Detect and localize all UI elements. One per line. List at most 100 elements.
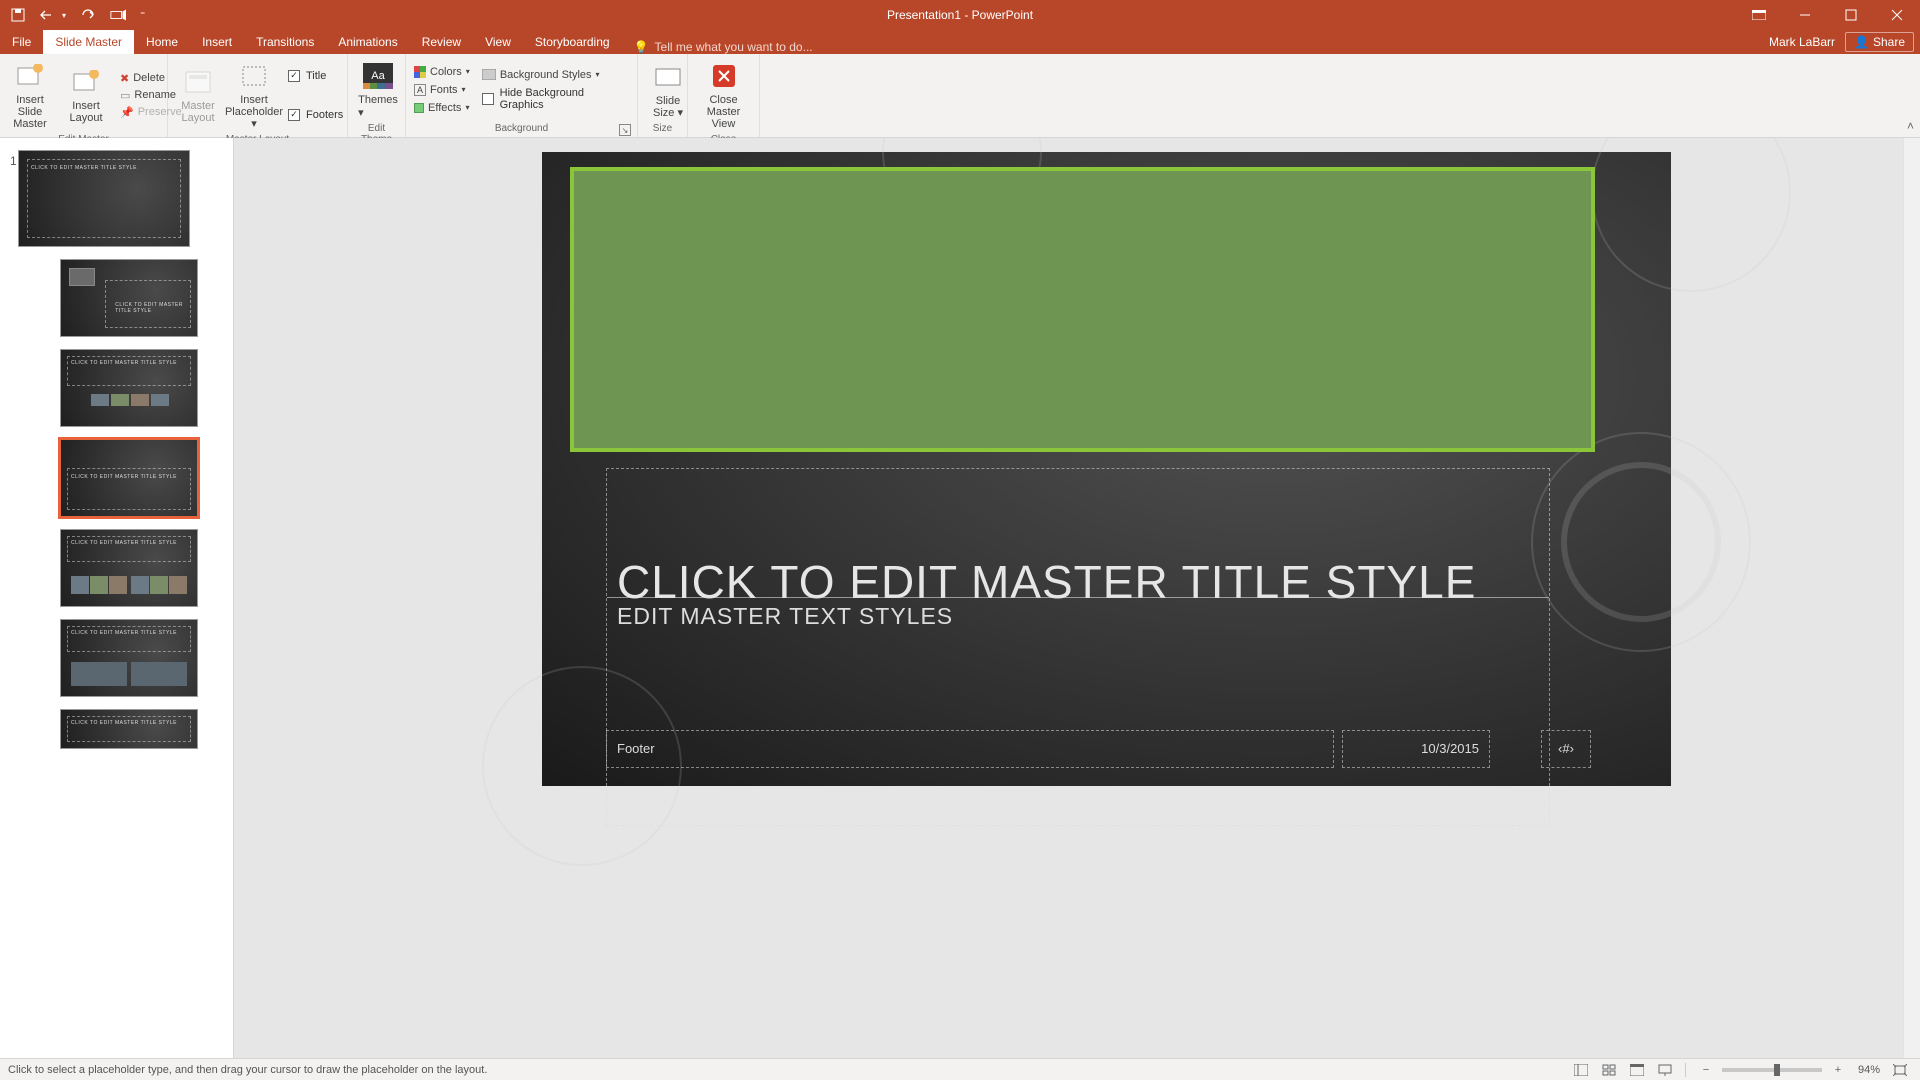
fonts-label: Fonts xyxy=(430,84,458,96)
master-thumbnail[interactable]: CLICK TO EDIT MASTER TITLE STYLE xyxy=(18,150,190,247)
background-styles-icon xyxy=(482,69,496,80)
date-placeholder[interactable]: 10/3/2015 xyxy=(1342,730,1490,768)
colors-label: Colors xyxy=(430,66,462,78)
minimize-button[interactable] xyxy=(1782,0,1828,30)
background-styles-button[interactable]: Background Styles ▾ xyxy=(478,67,633,83)
layout-thumbnail-selected[interactable]: CLICK TO EDIT MASTER TITLE STYLE xyxy=(60,439,198,517)
close-button[interactable] xyxy=(1874,0,1920,30)
hide-background-checkbox[interactable]: Hide Background Graphics xyxy=(478,85,633,113)
themes-icon: Aa xyxy=(362,60,394,92)
slide-size-button[interactable]: Slide Size ▾ xyxy=(642,56,694,123)
footer-label: Footer xyxy=(617,741,655,756)
title-checkbox[interactable]: ✓Title xyxy=(284,68,347,84)
checkbox-icon: ✓ xyxy=(288,70,300,82)
vertical-scrollbar[interactable] xyxy=(1903,138,1920,1058)
slide-sorter-view-icon[interactable] xyxy=(1597,1061,1621,1079)
tab-file[interactable]: File xyxy=(0,30,43,54)
slide-number-label: ‹#› xyxy=(1558,741,1574,756)
close-master-view-button[interactable]: Close Master View xyxy=(692,56,755,134)
zoom-in-button[interactable]: + xyxy=(1826,1061,1850,1079)
master-layout-icon xyxy=(182,66,214,98)
redo-icon[interactable] xyxy=(80,7,96,23)
user-name[interactable]: Mark LaBarr xyxy=(1769,35,1835,49)
tab-review[interactable]: Review xyxy=(410,30,473,54)
tab-view[interactable]: View xyxy=(473,30,523,54)
background-styles-label: Background Styles xyxy=(500,69,592,81)
layout-thumbnail[interactable]: CLICK TO EDIT MASTER TITLE STYLE xyxy=(60,619,198,697)
lightbulb-icon: 💡 xyxy=(634,40,649,54)
collapse-ribbon-icon[interactable]: ˄ xyxy=(1907,119,1914,133)
rename-icon: ▭ xyxy=(120,89,130,102)
ribbon: Insert Slide Master Insert Layout ✖Delet… xyxy=(0,54,1920,138)
picture-placeholder[interactable] xyxy=(570,167,1595,452)
workspace: 1 CLICK TO EDIT MASTER TITLE STYLE CLICK… xyxy=(0,138,1920,1058)
slide-size-icon xyxy=(652,61,684,93)
status-bar: Click to select a placeholder type, and … xyxy=(0,1058,1920,1080)
fonts-button[interactable]: AFonts▾ xyxy=(410,82,474,98)
checkbox-icon: ✓ xyxy=(288,109,300,121)
layout-thumbnail[interactable]: CLICK TO EDIT MASTER TITLE STYLE xyxy=(60,349,198,427)
title-placeholder[interactable]: CLICK TO EDIT MASTER TITLE STYLE EDIT MA… xyxy=(606,468,1550,826)
effects-button[interactable]: Effects▾ xyxy=(410,100,474,116)
tab-storyboarding[interactable]: Storyboarding xyxy=(523,30,622,54)
zoom-out-button[interactable]: − xyxy=(1694,1061,1718,1079)
insert-slide-master-icon xyxy=(14,60,46,92)
chevron-down-icon: ▾ xyxy=(462,85,466,94)
insert-layout-label: Insert Layout xyxy=(69,100,102,124)
share-label: Share xyxy=(1873,35,1905,49)
layout-thumbnail[interactable]: CLICK TO EDIT MASTER TITLE STYLE xyxy=(60,709,198,749)
delete-icon: ✖ xyxy=(120,72,129,85)
thumbnail-scroll[interactable]: CLICK TO EDIT MASTER TITLE STYLE CLICK T… xyxy=(0,138,220,1058)
undo-dropdown-icon[interactable]: ▾ xyxy=(62,11,66,20)
slideshow-view-icon[interactable] xyxy=(1653,1061,1677,1079)
tab-slide-master[interactable]: Slide Master xyxy=(43,30,134,54)
insert-layout-icon xyxy=(70,66,102,98)
slide-canvas-area: CLICK TO EDIT MASTER TITLE STYLE EDIT MA… xyxy=(234,138,1920,1058)
zoom-level[interactable]: 94% xyxy=(1854,1064,1884,1076)
group-edit-master: Insert Slide Master Insert Layout ✖Delet… xyxy=(0,54,168,137)
slide-size-label: Slide Size ▾ xyxy=(653,95,683,119)
quick-access-toolbar: ▾ ⁼ xyxy=(0,7,145,23)
customize-qat-icon[interactable]: ⁼ xyxy=(140,10,145,21)
master-number: 1 xyxy=(10,154,17,168)
insert-layout-button[interactable]: Insert Layout xyxy=(60,56,112,134)
maximize-button[interactable] xyxy=(1828,0,1874,30)
window-title: Presentation1 - PowerPoint xyxy=(887,8,1033,22)
effects-icon xyxy=(414,103,424,113)
reading-view-icon[interactable] xyxy=(1625,1061,1649,1079)
slide-canvas[interactable]: CLICK TO EDIT MASTER TITLE STYLE EDIT MA… xyxy=(542,152,1671,786)
ribbon-display-options-icon[interactable] xyxy=(1736,0,1782,30)
group-master-layout: Master Layout Insert Placeholder ▾ ✓Titl… xyxy=(168,54,348,137)
footer-placeholder[interactable]: Footer xyxy=(606,730,1334,768)
share-button[interactable]: 👤 Share xyxy=(1845,32,1914,52)
title-bar: ▾ ⁼ Presentation1 - PowerPoint xyxy=(0,0,1920,30)
start-from-beginning-icon[interactable] xyxy=(110,7,126,23)
group-size: Slide Size ▾ Size xyxy=(638,54,688,137)
group-background-label: Background xyxy=(495,123,548,137)
insert-slide-master-button[interactable]: Insert Slide Master xyxy=(4,56,56,134)
group-edit-theme: Aa Themes▾ Edit Theme xyxy=(348,54,406,137)
chevron-down-icon: ▾ xyxy=(596,70,600,79)
background-dialog-launcher[interactable]: ↘ xyxy=(619,124,631,136)
zoom-slider[interactable] xyxy=(1722,1068,1822,1072)
layout-thumbnail[interactable]: CLICK TO EDIT MASTER TITLE STYLE xyxy=(60,529,198,607)
footers-checkbox[interactable]: ✓Footers xyxy=(284,107,347,123)
tab-home[interactable]: Home xyxy=(134,30,190,54)
tab-transitions[interactable]: Transitions xyxy=(244,30,326,54)
themes-label: Themes▾ xyxy=(358,94,398,119)
tell-me-search[interactable]: 💡 Tell me what you want to do... xyxy=(622,40,825,54)
colors-button[interactable]: Colors▾ xyxy=(410,64,474,80)
tab-animations[interactable]: Animations xyxy=(326,30,409,54)
colors-icon xyxy=(414,66,426,78)
normal-view-icon[interactable] xyxy=(1569,1061,1593,1079)
svg-text:Aa: Aa xyxy=(371,70,385,82)
insert-placeholder-button[interactable]: Insert Placeholder ▾ xyxy=(228,56,280,134)
status-message: Click to select a placeholder type, and … xyxy=(0,1064,487,1076)
fit-to-window-icon[interactable] xyxy=(1888,1061,1912,1079)
save-icon[interactable] xyxy=(10,7,26,23)
undo-icon[interactable] xyxy=(40,7,56,23)
themes-button[interactable]: Aa Themes▾ xyxy=(352,56,404,123)
slide-number-placeholder[interactable]: ‹#› xyxy=(1541,730,1591,768)
tab-insert[interactable]: Insert xyxy=(190,30,244,54)
layout-thumbnail[interactable]: CLICK TO EDIT MASTERTITLE STYLE xyxy=(60,259,198,337)
